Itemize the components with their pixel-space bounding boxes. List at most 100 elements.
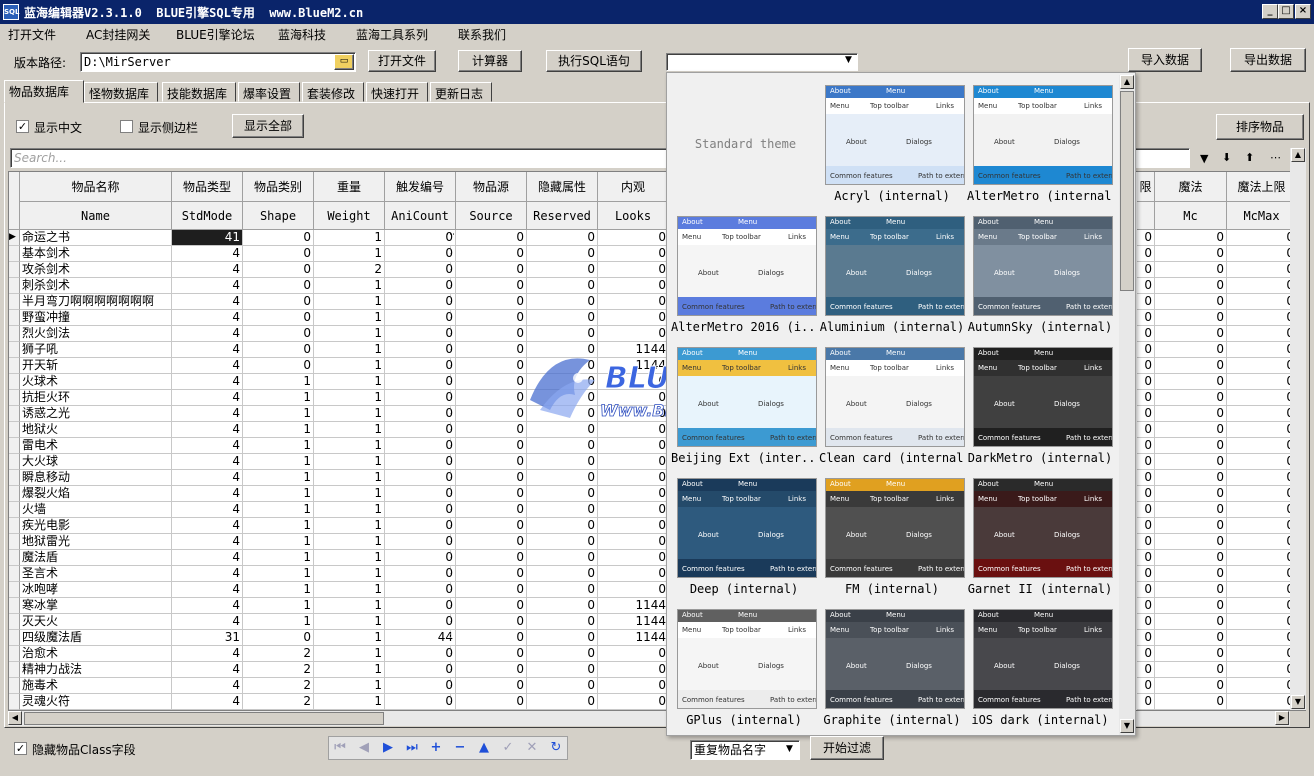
filter-icon[interactable]: ▼	[1200, 152, 1208, 165]
ellipsis-icon[interactable]: ⋮	[446, 518, 455, 528]
table-cell[interactable]: 0	[1227, 678, 1297, 694]
table-cell[interactable]: 0	[527, 294, 598, 310]
prev-record-icon[interactable]: ◀	[354, 740, 374, 758]
table-cell[interactable]: 0	[1155, 230, 1227, 246]
table-cell[interactable]: 1	[243, 614, 314, 630]
column-header[interactable]: McMax	[1227, 202, 1297, 230]
table-cell[interactable]: 0	[243, 262, 314, 278]
table-cell[interactable]: 0	[1227, 342, 1297, 358]
table-cell[interactable]: 0	[1227, 614, 1297, 630]
table-cell[interactable]: 1144	[598, 614, 669, 630]
theme-scroll-up-icon[interactable]: ▲	[1120, 75, 1134, 89]
item-name-cell[interactable]: 施毒术	[20, 678, 172, 694]
item-name-cell[interactable]: 火墙	[20, 502, 172, 518]
table-cell[interactable]: 0	[1155, 454, 1227, 470]
filter-select-chevron-icon[interactable]: ▼	[786, 744, 793, 754]
exec-sql-button[interactable]: 执行SQL语句	[546, 50, 642, 72]
table-cell[interactable]: 0	[527, 470, 598, 486]
ellipsis-icon[interactable]: ⋮	[446, 614, 455, 624]
table-cell[interactable]: 1	[314, 406, 385, 422]
item-name-cell[interactable]: 狮子吼	[20, 342, 172, 358]
table-cell[interactable]: 0	[1137, 470, 1155, 486]
table-cell[interactable]: 4	[172, 326, 243, 342]
horizontal-scroll-thumb[interactable]	[24, 712, 384, 725]
theme-picker-popup[interactable]: Standard theme About Menu Menu Top toolb…	[666, 72, 1136, 736]
table-cell[interactable]: 0	[598, 278, 669, 294]
column-header[interactable]: Name	[20, 202, 172, 230]
ellipsis-icon[interactable]: ⋮	[446, 374, 455, 384]
table-cell[interactable]: 0	[1137, 326, 1155, 342]
column-header[interactable]: 物品类型	[172, 172, 243, 202]
row-indicator[interactable]	[9, 422, 20, 438]
item-name-cell[interactable]: 雷电术	[20, 438, 172, 454]
table-cell[interactable]: 0	[456, 662, 527, 678]
ellipsis-icon[interactable]: ⋮	[446, 630, 455, 640]
table-cell[interactable]: 0	[1227, 406, 1297, 422]
table-cell[interactable]: 0	[598, 294, 669, 310]
table-cell[interactable]: 1	[243, 438, 314, 454]
table-cell[interactable]: 0	[456, 646, 527, 662]
item-name-cell[interactable]: 爆裂火焰	[20, 486, 172, 502]
row-indicator[interactable]	[9, 518, 20, 534]
row-indicator[interactable]	[9, 582, 20, 598]
table-cell[interactable]: 0	[527, 502, 598, 518]
table-cell[interactable]: 4	[172, 294, 243, 310]
column-header[interactable]: Source	[456, 202, 527, 230]
table-cell[interactable]: 0	[456, 278, 527, 294]
table-cell[interactable]: 4	[172, 550, 243, 566]
item-name-cell[interactable]: 大火球	[20, 454, 172, 470]
table-cell[interactable]: 1	[314, 566, 385, 582]
path-input[interactable]: D:\MirServer	[80, 52, 356, 72]
table-cell[interactable]: 0	[598, 518, 669, 534]
row-indicator[interactable]	[9, 630, 20, 646]
table-cell[interactable]: 4	[172, 454, 243, 470]
ellipsis-icon[interactable]: ⋮	[446, 326, 455, 336]
theme-tile[interactable]: About Menu Menu Top toolbar Links About …	[671, 347, 817, 475]
table-cell[interactable]: 0	[243, 294, 314, 310]
table-cell[interactable]: 0	[1137, 422, 1155, 438]
menu-ac-gateway[interactable]: AC封挂网关	[86, 26, 150, 43]
table-cell[interactable]: 0	[527, 438, 598, 454]
column-header[interactable]: Shape	[243, 202, 314, 230]
item-name-cell[interactable]: 攻杀剑术	[20, 262, 172, 278]
table-cell[interactable]: 0	[1137, 502, 1155, 518]
theme-tile[interactable]: About Menu Menu Top toolbar Links About …	[967, 347, 1113, 475]
item-name-cell[interactable]: 抗拒火环	[20, 390, 172, 406]
table-cell[interactable]: 0	[598, 646, 669, 662]
table-cell[interactable]: 0	[456, 406, 527, 422]
table-cell[interactable]: 0	[456, 566, 527, 582]
table-cell[interactable]: 0	[1137, 534, 1155, 550]
table-cell[interactable]: 0	[1155, 470, 1227, 486]
table-cell[interactable]: 1	[314, 598, 385, 614]
table-cell[interactable]: 1	[314, 342, 385, 358]
ellipsis-icon[interactable]: ⋮	[446, 342, 455, 352]
table-cell[interactable]: 0	[1137, 614, 1155, 630]
table-cell[interactable]: 0	[1155, 278, 1227, 294]
table-cell[interactable]: 0	[1227, 454, 1297, 470]
table-cell[interactable]: 0	[1155, 646, 1227, 662]
table-cell[interactable]: 0	[1155, 422, 1227, 438]
table-cell[interactable]: 0	[456, 294, 527, 310]
table-cell[interactable]: 0	[456, 454, 527, 470]
theme-tile[interactable]: About Menu Menu Top toolbar Links About …	[967, 216, 1113, 344]
table-cell[interactable]: 0	[456, 246, 527, 262]
ellipsis-icon[interactable]: ⋮	[446, 694, 455, 704]
post-record-icon[interactable]: ✓	[498, 740, 518, 758]
tab-drop-rates[interactable]: 爆率设置	[238, 82, 300, 102]
theme-tile[interactable]: About Menu Menu Top toolbar Links About …	[819, 609, 965, 735]
table-cell[interactable]: 0	[527, 630, 598, 646]
theme-tile[interactable]: About Menu Menu Top toolbar Links About …	[967, 609, 1113, 735]
theme-tile[interactable]: About Menu Menu Top toolbar Links About …	[671, 609, 817, 735]
table-cell[interactable]: 0	[456, 486, 527, 502]
table-cell[interactable]: 1	[243, 550, 314, 566]
table-cell[interactable]: 1	[314, 358, 385, 374]
item-name-cell[interactable]: 开天斩	[20, 358, 172, 374]
table-cell[interactable]: 0	[527, 518, 598, 534]
item-name-cell[interactable]: 治愈术	[20, 646, 172, 662]
table-cell[interactable]: 0	[1155, 598, 1227, 614]
table-cell[interactable]: 0	[1227, 518, 1297, 534]
column-header[interactable]: 重量	[314, 172, 385, 202]
row-indicator[interactable]	[9, 374, 20, 390]
table-cell[interactable]: 0	[1137, 310, 1155, 326]
table-cell[interactable]: 0	[456, 326, 527, 342]
